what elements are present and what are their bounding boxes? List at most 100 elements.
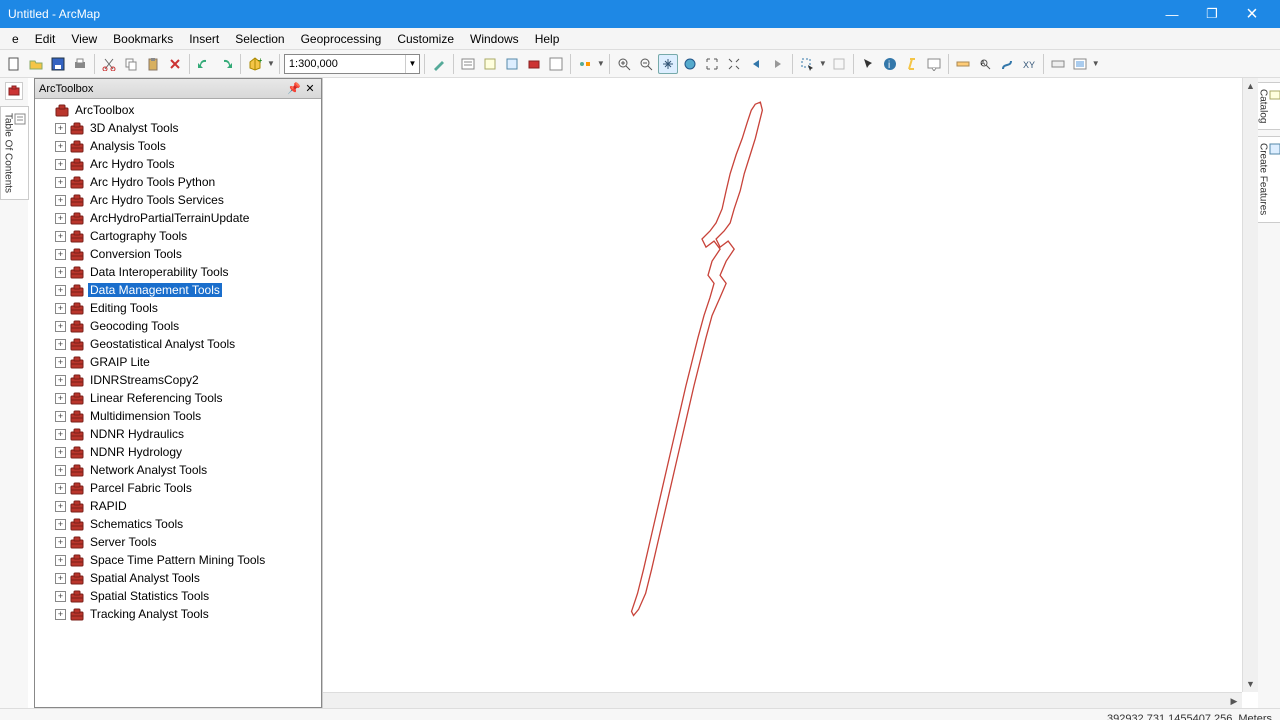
back-extent-button[interactable] — [746, 54, 766, 74]
scroll-down-icon[interactable]: ▼ — [1243, 676, 1258, 692]
scroll-up-icon[interactable]: ▲ — [1243, 78, 1258, 94]
expand-icon[interactable]: + — [55, 159, 66, 170]
menu-view[interactable]: View — [63, 28, 105, 50]
html-popup-button[interactable] — [924, 54, 944, 74]
expand-icon[interactable]: + — [55, 555, 66, 566]
identify-button[interactable]: i — [880, 54, 900, 74]
select-features-button[interactable] — [797, 54, 817, 74]
toolbox-item[interactable]: +Conversion Tools — [35, 245, 321, 263]
expand-icon[interactable]: + — [55, 123, 66, 134]
expand-icon[interactable]: + — [55, 483, 66, 494]
scroll-right-icon[interactable]: ▶ — [1226, 693, 1242, 709]
add-data-button[interactable]: + — [245, 54, 265, 74]
expand-icon[interactable]: + — [55, 321, 66, 332]
menu-geoprocessing[interactable]: Geoprocessing — [293, 28, 390, 50]
panel-header[interactable]: ArcToolbox 📌 ✕ — [35, 79, 321, 99]
toc-button[interactable] — [458, 54, 478, 74]
toolbox-item[interactable]: +Editing Tools — [35, 299, 321, 317]
toolbox-item[interactable]: +Data Interoperability Tools — [35, 263, 321, 281]
horizontal-scrollbar[interactable]: ▶ — [323, 692, 1242, 708]
search-window-button[interactable] — [502, 54, 522, 74]
model-builder-button[interactable] — [575, 54, 595, 74]
toolbox-item[interactable]: +NDNR Hydraulics — [35, 425, 321, 443]
expand-icon[interactable]: + — [55, 231, 66, 242]
toolbox-item[interactable]: +Network Analyst Tools — [35, 461, 321, 479]
catalog-tab[interactable]: Catalog — [1255, 82, 1280, 130]
expand-icon[interactable]: + — [55, 393, 66, 404]
menu-insert[interactable]: Insert — [181, 28, 227, 50]
expand-icon[interactable]: + — [55, 609, 66, 620]
toolbox-item[interactable]: +Schematics Tools — [35, 515, 321, 533]
toolbox-item[interactable]: +ArcHydroPartialTerrainUpdate — [35, 209, 321, 227]
toolbox-item[interactable]: +Space Time Pattern Mining Tools — [35, 551, 321, 569]
clear-selection-button[interactable] — [829, 54, 849, 74]
hyperlink-button[interactable] — [902, 54, 922, 74]
toolbox-item[interactable]: +Multidimension Tools — [35, 407, 321, 425]
arctoolbox-tab[interactable] — [5, 82, 23, 100]
expand-icon[interactable]: + — [55, 285, 66, 296]
toolbox-item[interactable]: +RAPID — [35, 497, 321, 515]
time-slider-button[interactable] — [1048, 54, 1068, 74]
fixed-zoom-in-button[interactable] — [702, 54, 722, 74]
toolbox-item[interactable]: +Arc Hydro Tools Python — [35, 173, 321, 191]
menu-bookmarks[interactable]: Bookmarks — [105, 28, 181, 50]
save-button[interactable] — [48, 54, 68, 74]
toolbox-item[interactable]: +Cartography Tools — [35, 227, 321, 245]
expand-icon[interactable]: + — [55, 591, 66, 602]
expand-icon[interactable]: + — [55, 519, 66, 530]
print-button[interactable] — [70, 54, 90, 74]
zoom-out-button[interactable] — [636, 54, 656, 74]
toolbox-item[interactable]: +Arc Hydro Tools — [35, 155, 321, 173]
expand-icon[interactable]: + — [55, 213, 66, 224]
full-extent-button[interactable] — [680, 54, 700, 74]
open-button[interactable] — [26, 54, 46, 74]
menu-customize[interactable]: Customize — [389, 28, 462, 50]
undo-button[interactable] — [194, 54, 214, 74]
expand-icon[interactable]: + — [55, 375, 66, 386]
toolbox-item[interactable]: +Tracking Analyst Tools — [35, 605, 321, 623]
minimize-button[interactable]: — — [1152, 0, 1192, 28]
find-button[interactable]: A — [975, 54, 995, 74]
expand-icon[interactable]: + — [55, 267, 66, 278]
delete-button[interactable] — [165, 54, 185, 74]
toolbox-item[interactable]: +Spatial Analyst Tools — [35, 569, 321, 587]
vertical-scrollbar[interactable]: ▲ ▼ — [1242, 78, 1258, 692]
paste-button[interactable] — [143, 54, 163, 74]
create-viewer-button[interactable] — [1070, 54, 1090, 74]
fixed-zoom-out-button[interactable] — [724, 54, 744, 74]
find-route-button[interactable] — [997, 54, 1017, 74]
zoom-in-button[interactable] — [614, 54, 634, 74]
menu-help[interactable]: Help — [527, 28, 568, 50]
toolbox-item[interactable]: +Geostatistical Analyst Tools — [35, 335, 321, 353]
expand-icon[interactable]: + — [55, 141, 66, 152]
toolbox-item[interactable]: +IDNRStreamsCopy2 — [35, 371, 321, 389]
pin-icon[interactable]: 📌 — [287, 82, 301, 96]
go-to-xy-button[interactable]: XY — [1019, 54, 1039, 74]
expand-icon[interactable]: + — [55, 429, 66, 440]
new-button[interactable] — [4, 54, 24, 74]
close-button[interactable]: × — [1232, 0, 1272, 28]
expand-icon[interactable]: + — [55, 411, 66, 422]
toolbox-item[interactable]: +GRAIP Lite — [35, 353, 321, 371]
toolbox-item[interactable]: +Parcel Fabric Tools — [35, 479, 321, 497]
toolbox-item[interactable]: +Analysis Tools — [35, 137, 321, 155]
expand-icon[interactable]: + — [55, 501, 66, 512]
expand-icon[interactable]: + — [55, 249, 66, 260]
menu-windows[interactable]: Windows — [462, 28, 527, 50]
catalog-button[interactable] — [480, 54, 500, 74]
select-elements-button[interactable] — [858, 54, 878, 74]
expand-icon[interactable]: + — [55, 537, 66, 548]
toolbox-item[interactable]: +Linear Referencing Tools — [35, 389, 321, 407]
menu-file[interactable]: e — [4, 28, 27, 50]
map-view[interactable]: ▲ ▼ ▶ — [322, 78, 1258, 708]
editor-toolbar-button[interactable] — [429, 54, 449, 74]
map-scale-input[interactable] — [285, 55, 405, 73]
expand-icon[interactable]: + — [55, 447, 66, 458]
toolbox-item[interactable]: +Data Management Tools — [35, 281, 321, 299]
expand-icon[interactable]: + — [55, 573, 66, 584]
expand-icon[interactable]: + — [55, 177, 66, 188]
copy-button[interactable] — [121, 54, 141, 74]
create-features-tab[interactable]: Create Features — [1255, 136, 1280, 222]
menu-selection[interactable]: Selection — [227, 28, 292, 50]
toolbox-item[interactable]: +NDNR Hydrology — [35, 443, 321, 461]
